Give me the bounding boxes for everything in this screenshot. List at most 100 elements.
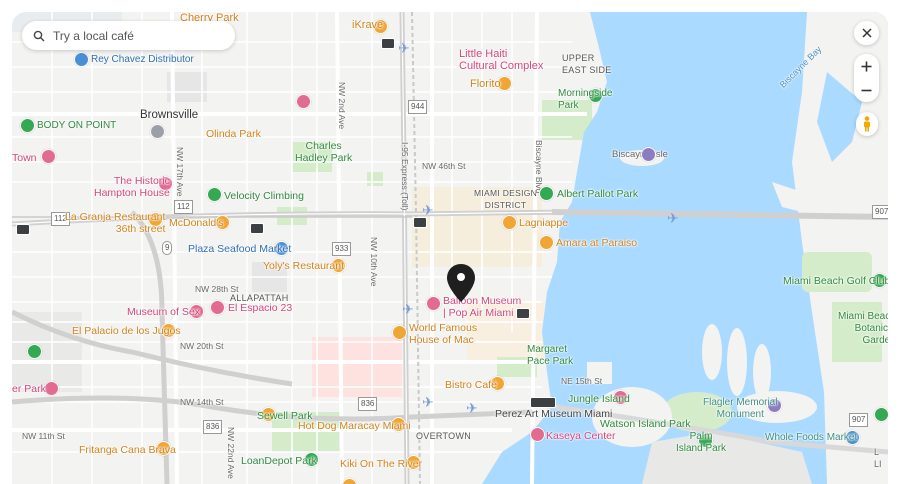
poi-label-jungle-island: Jungle Island: [568, 393, 630, 405]
poi-label-ikrave: iKrave: [352, 19, 384, 31]
poi-label-morningside: Morningside Park: [558, 88, 613, 111]
shield-836: 836: [358, 397, 378, 411]
zoom-in-button[interactable]: [861, 54, 872, 78]
poi-label-body-on-point: BODY ON POINT: [37, 120, 117, 131]
poi-label-yolys: Yoly's Restaurant: [263, 260, 344, 272]
zoom-out-button[interactable]: [861, 78, 872, 102]
poi-label-flagler: Flagler Memorial Monument: [703, 397, 778, 420]
poi-label-mcdonalds: McDonald's: [169, 217, 224, 229]
seaplane-icon: ✈: [667, 210, 679, 226]
poi-label-charles-hadley: Charles Hadley Park: [295, 140, 353, 164]
transit-station-icon[interactable]: [16, 224, 30, 235]
map-canvas[interactable]: Brownsville Little Haiti Cultural Comple…: [12, 12, 888, 484]
poi-label-palm-island: Palm Island Park: [676, 431, 727, 454]
poi-marker-lagniappe[interactable]: [502, 215, 517, 230]
poi-label-miami-beach-botanical: Miami Beach Botanical Garden: [838, 311, 888, 346]
area-label-brownsville: Brownsville: [140, 109, 199, 121]
map-search-box[interactable]: [22, 21, 235, 50]
street-nw-2nd-ave: NW 2nd Ave: [337, 82, 347, 130]
poi-label-watson-island: Watson Island Park: [600, 418, 691, 430]
seaplane-icon: ✈: [422, 394, 434, 410]
poi-marker-east-park[interactable]: [874, 407, 888, 422]
poi-marker-biscayne-isle[interactable]: [641, 147, 656, 162]
poi-label-perez-art: Perez Art Museum Miami: [495, 408, 613, 420]
area-label-overtown: OVERTOWN: [416, 431, 472, 441]
poi-label-espacio: El Espacio 23: [228, 302, 293, 314]
seaplane-icon: ✈: [398, 40, 410, 56]
plus-icon: [861, 61, 872, 71]
street-view-button[interactable]: [856, 112, 878, 136]
poi-label-town: Town: [12, 152, 37, 164]
minus-icon: [861, 89, 872, 91]
transit-station-icon[interactable]: [250, 223, 264, 234]
poi-marker-albert-pallot[interactable]: [539, 186, 554, 201]
shield-836-west: 836: [203, 420, 223, 434]
poi-label-rey-chavez: Rey Chavez Distributor: [91, 54, 194, 65]
poi-label-velocity: Velocity Climbing: [224, 190, 304, 202]
poi-label-fritanga: Fritanga Cana Brava: [79, 444, 176, 456]
selected-location-pin-icon[interactable]: [446, 263, 476, 303]
street-nw-11th: NW 11th St: [22, 431, 65, 441]
poi-marker-brownsville-station[interactable]: [150, 124, 165, 139]
poi-label-margaret-pace: Margaret Pace Park: [527, 344, 574, 367]
area-label-little-haiti: Little Haiti Cultural Complex: [459, 48, 544, 72]
street-nw-22nd-ave: NW 22nd Ave: [226, 427, 236, 479]
shield-907: 907: [872, 205, 888, 219]
poi-marker-amara[interactable]: [539, 235, 554, 250]
poi-label-bistro-cafe: Bistro Café: [445, 379, 497, 391]
poi-marker-espacio[interactable]: [210, 300, 225, 315]
poi-label-albert-pallot: Albert Pallot Park: [557, 188, 639, 200]
poi-label-palacio: El Palacio de los Jugos: [72, 325, 181, 337]
poi-label-la-granja: La Granja Restaurant 36th street: [65, 211, 166, 235]
poi-label-olinda-park: Olinda Park: [206, 128, 261, 140]
poi-label-loandepot: LoanDepot Park: [241, 455, 317, 467]
poi-marker-west-park[interactable]: [27, 344, 42, 359]
street-nw-14th: NW 14th St: [180, 397, 224, 407]
poi-label-world-famous: World Famous House of Mac: [409, 322, 478, 346]
close-button[interactable]: [854, 21, 879, 45]
area-label-biscayne-isle: Biscayne Isle: [612, 149, 668, 160]
search-input[interactable]: [51, 27, 225, 44]
poi-label-museum-of-sex: Museum of Sex: [127, 306, 200, 318]
seaplane-icon: ✈: [402, 301, 414, 317]
poi-label-kaseya: Kaseya Center: [546, 430, 616, 442]
transit-station-icon[interactable]: [530, 397, 556, 408]
shield-933: 933: [332, 242, 352, 256]
area-label-upper-east-side: UPPER EAST SIDE: [562, 53, 612, 75]
area-label-miami-design: MIAMI DESIGN DISTRICT: [474, 188, 538, 210]
close-icon: [861, 28, 872, 38]
poi-marker-er-park[interactable]: [44, 381, 59, 396]
street-nw-10th-ave: NW 10th Ave: [369, 237, 379, 287]
street-i95-express: I-95 Express (Toll): [400, 142, 410, 211]
shield-907-south: 907: [849, 413, 869, 427]
poi-label-amara: Amara at Paraiso: [556, 237, 638, 249]
seaplane-icon: ✈: [422, 202, 434, 218]
shield-112: 112: [174, 200, 193, 214]
search-icon: [33, 30, 45, 41]
poi-marker-pink-north[interactable]: [296, 94, 311, 109]
poi-marker-world-famous[interactable]: [392, 325, 407, 340]
poi-marker-body-on-point[interactable]: [20, 118, 35, 133]
shield-9: 9: [162, 241, 173, 255]
street-ne-15th: NE 15th St: [561, 376, 603, 386]
poi-label-plaza-seafood: Plaza Seafood Market: [188, 243, 292, 255]
street-nw-46th: NW 46th St: [422, 161, 466, 171]
street-nw-28th: NW 28th St: [195, 284, 239, 294]
zoom-control: [854, 54, 879, 102]
poi-label-lagniappe: Lagniappe: [519, 217, 569, 229]
poi-label-hot-dog: Hot Dog Maracay Miami: [298, 420, 411, 432]
poi-label-kiki: Kiki On The River: [340, 458, 423, 470]
transit-station-icon[interactable]: [381, 38, 395, 49]
poi-label-historic-hampton: The Historic Hampton House: [94, 175, 170, 199]
poi-marker-kaseya[interactable]: [530, 427, 545, 442]
poi-label-whole-foods: Whole Foods Market: [765, 432, 858, 443]
poi-marker-rey-chavez[interactable]: [74, 52, 89, 67]
poi-marker-balloon-museum[interactable]: [426, 296, 441, 311]
poi-marker-town[interactable]: [41, 149, 56, 164]
poi-label-florito: Florito: [470, 78, 501, 90]
poi-marker-velocity[interactable]: [207, 187, 222, 202]
poi-label-miami-beach-golf: Miami Beach Golf Club: [783, 275, 888, 287]
seaplane-icon: ✈: [466, 400, 478, 416]
poi-label-edge-east: L LI: [874, 447, 882, 469]
street-nw-20th: NW 20th St: [180, 341, 224, 351]
